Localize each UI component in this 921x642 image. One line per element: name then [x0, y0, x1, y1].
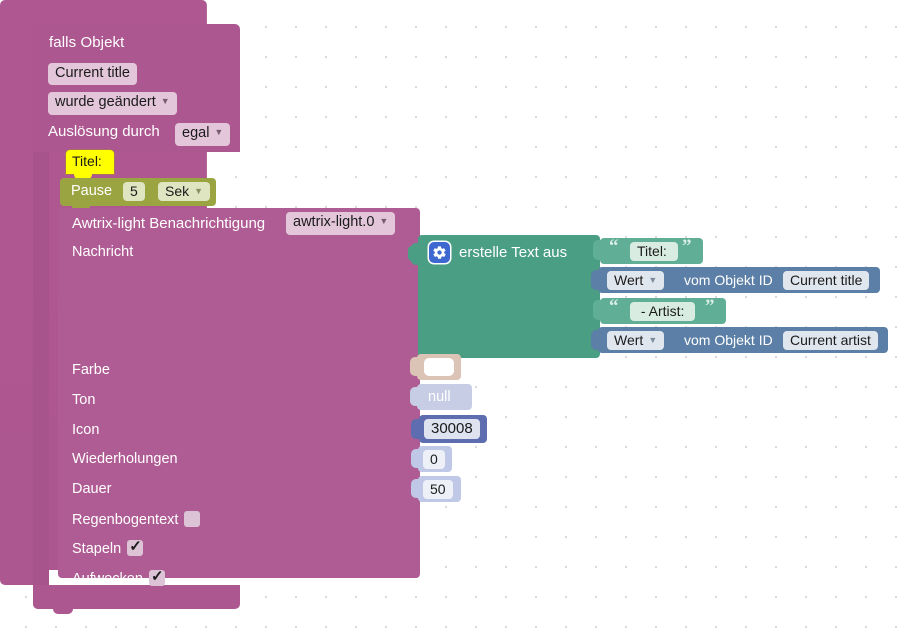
- awtrix-row-dauer: Dauer: [72, 481, 112, 497]
- awtrix-title: Awtrix-light Benachrichtigung: [72, 215, 266, 232]
- awtrix-row-wiederholungen: Wiederholungen: [72, 451, 178, 467]
- colour-swatch[interactable]: [424, 358, 454, 376]
- awtrix-row-regenbogentext-label: Regenbogentext: [72, 512, 179, 528]
- text-join-left-tab-inner: [408, 246, 414, 261]
- chevron-down-icon: ▼: [214, 127, 224, 137]
- text-item-4-selector[interactable]: Wert ▼: [607, 331, 665, 350]
- regenbogentext-checkbox[interactable]: [184, 511, 201, 527]
- falls-objekt-trigger-field: wurde geändert ▼: [48, 92, 177, 115]
- ausloesung-field: egal ▼: [175, 123, 231, 146]
- falls-objekt-foot: [33, 585, 240, 609]
- chevron-down-icon: ▼: [194, 186, 204, 196]
- text-item-4-object-value-block[interactable]: Wert ▼ vom Objekt ID Current artist: [598, 327, 888, 353]
- awtrix-instance-field: awtrix-light.0 ▼: [286, 212, 396, 235]
- awtrix-row-icon: Icon: [72, 422, 100, 438]
- chevron-down-icon: ▼: [648, 335, 658, 345]
- stapeln-checkbox[interactable]: [127, 537, 144, 556]
- text-item-2-object-value-block[interactable]: Wert ▼ vom Objekt ID Current title: [598, 267, 880, 293]
- blockly-workspace[interactable]: falls Objekt Current title wurde geänder…: [0, 0, 921, 642]
- ausloesung-value: egal: [182, 125, 210, 141]
- text-join-title: erstelle Text aus: [459, 244, 568, 261]
- comment-note-titel[interactable]: Titel:: [66, 150, 114, 174]
- text-item-3-string-block[interactable]: “ - Artist: ”: [600, 296, 726, 324]
- block-ton-null[interactable]: null: [417, 384, 472, 410]
- quote-close-icon: ”: [682, 236, 692, 257]
- falls-objekt-object-field[interactable]: Current title: [48, 63, 137, 85]
- falls-objekt-trigger-dropdown[interactable]: wurde geändert ▼: [48, 92, 177, 115]
- text-item-4-selector-value: Wert: [614, 332, 644, 348]
- text-item-1-value[interactable]: Titel:: [630, 242, 678, 261]
- awtrix-row-ton: Ton: [72, 392, 96, 408]
- text-item-4-object-id[interactable]: Current artist: [783, 331, 878, 350]
- awtrix-instance-value: awtrix-light.0: [293, 214, 375, 230]
- falls-objekt-trigger-value: wurde geändert: [55, 94, 156, 110]
- block-wiederholungen-number[interactable]: 0: [418, 446, 452, 472]
- text-item-2-mid-label: vom Objekt ID: [684, 272, 773, 288]
- icon-value[interactable]: 30008: [424, 419, 480, 439]
- pause-unit-dropdown[interactable]: Sek ▼: [158, 182, 211, 201]
- block-pause[interactable]: Pause 5 Sek ▼: [60, 178, 216, 206]
- ausloesung-dropdown[interactable]: egal ▼: [175, 123, 231, 146]
- quote-open-icon: “: [609, 296, 619, 317]
- pause-unit-value: Sek: [165, 183, 190, 199]
- falls-objekt-foot-notch: [53, 609, 73, 614]
- awtrix-row-aufwecken: Aufwecken: [72, 567, 165, 587]
- chevron-down-icon: ▼: [648, 275, 658, 285]
- falls-objekt-title: falls Objekt: [49, 34, 125, 51]
- wiederholungen-value[interactable]: 0: [423, 450, 445, 469]
- awtrix-instance-dropdown[interactable]: awtrix-light.0 ▼: [286, 212, 396, 235]
- aufwecken-checkbox[interactable]: [148, 567, 165, 586]
- awtrix-row-aufwecken-label: Aufwecken: [72, 571, 143, 587]
- gear-icon[interactable]: [429, 242, 450, 263]
- block-icon-text[interactable]: 30008: [419, 415, 487, 443]
- awtrix-row-stapeln-label: Stapeln: [72, 541, 122, 557]
- text-item-2-object-id[interactable]: Current title: [783, 271, 870, 290]
- block-farbe-colour-picker[interactable]: [417, 354, 461, 380]
- pause-label: Pause: [71, 183, 113, 199]
- chevron-down-icon: ▼: [160, 96, 170, 106]
- dauer-value[interactable]: 50: [423, 480, 453, 499]
- falls-objekt-object-value: Current title: [48, 63, 137, 85]
- text-item-4-mid-label: vom Objekt ID: [684, 332, 773, 348]
- falls-objekt-top-notch: [48, 24, 70, 29]
- quote-open-icon: “: [609, 236, 619, 257]
- pause-value-field[interactable]: 5: [123, 182, 145, 201]
- quote-close-icon: ”: [705, 296, 715, 317]
- text-item-1-string-block[interactable]: “ Titel: ”: [600, 236, 703, 264]
- chevron-down-icon: ▼: [379, 216, 389, 226]
- text-item-3-value[interactable]: - Artist:: [630, 302, 696, 321]
- awtrix-row-farbe: Farbe: [72, 362, 110, 378]
- awtrix-row-stapeln: Stapeln: [72, 537, 144, 557]
- comment-note-text: Titel:: [72, 153, 102, 169]
- text-item-2-selector-value: Wert: [614, 272, 644, 288]
- block-dauer-number[interactable]: 50: [418, 476, 461, 502]
- ausloesung-label: Auslösung durch: [48, 123, 160, 140]
- text-item-2-selector[interactable]: Wert ▼: [607, 271, 665, 290]
- awtrix-row-nachricht: Nachricht: [72, 244, 134, 260]
- ton-value: null: [428, 389, 451, 405]
- awtrix-row-regenbogentext: Regenbogentext: [72, 511, 201, 528]
